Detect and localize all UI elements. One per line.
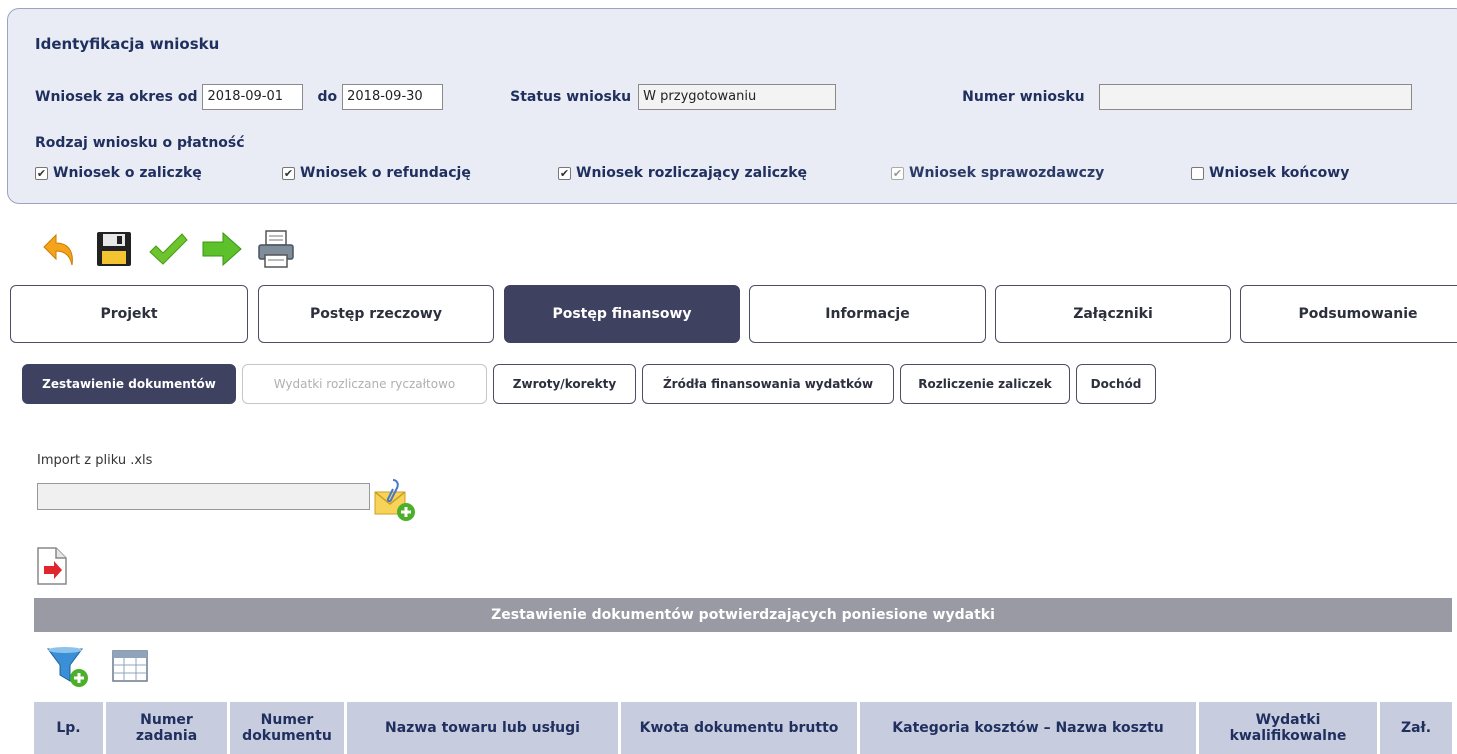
checkbox-sprawozdawczy: ✔ Wniosek sprawozdawczy <box>891 165 1104 181</box>
column-header-numer-dokumentu[interactable]: Numer dokumentu <box>230 702 344 754</box>
tab-postep-rzeczowy[interactable]: Postęp rzeczowy <box>258 285 494 343</box>
subtab-zestawienie-dokumentow[interactable]: Zestawienie dokumentów <box>22 364 236 404</box>
save-disk-icon[interactable] <box>91 226 137 272</box>
checkbox-checked-icon: ✔ <box>558 166 571 180</box>
period-from-label: Wniosek za okres od <box>35 89 198 105</box>
period-row: Wniosek za okres od 2018-09-01 do 2018-0… <box>35 83 1412 111</box>
column-header-kategoria-kosztow[interactable]: Kategoria kosztów – Nazwa kosztu <box>860 702 1196 754</box>
checkbox-refundacja[interactable]: ✔ Wniosek o refundację <box>282 165 471 181</box>
column-header-numer-zadania[interactable]: Numer zadania <box>106 702 227 754</box>
checkbox-unchecked-icon <box>1191 166 1204 180</box>
column-header-wydatki-kwalifikowalne[interactable]: Wydatki kwalifikowalne <box>1199 702 1377 754</box>
toolbar <box>37 226 307 272</box>
column-header-kwota-brutto[interactable]: Kwota dokumentu brutto <box>621 702 857 754</box>
table-columns-icon[interactable] <box>112 650 148 682</box>
type-label: Rodzaj wniosku o płatność <box>35 135 245 151</box>
column-header-lp[interactable]: Lp. <box>34 702 103 754</box>
tab-projekt[interactable]: Projekt <box>10 285 248 343</box>
table-column-headers: Lp. Numer zadania Numer dokumentu Nazwa … <box>34 702 1454 754</box>
subtab-rozliczenie-zaliczek[interactable]: Rozliczenie zaliczek <box>900 364 1070 404</box>
checkbox-checked-icon: ✔ <box>35 166 48 180</box>
checkbox-label: Wniosek sprawozdawczy <box>909 165 1105 181</box>
checkbox-label: Wniosek o refundację <box>300 165 471 181</box>
identification-title: Identyfikacja wniosku <box>35 35 220 53</box>
column-header-zal[interactable]: Zał. <box>1380 702 1452 754</box>
checkbox-checked-disabled-icon: ✔ <box>891 166 904 180</box>
checkbox-label: Wniosek o zaliczkę <box>53 165 202 181</box>
period-from-input[interactable]: 2018-09-01 <box>202 84 304 110</box>
checkbox-label: Wniosek końcowy <box>1209 165 1350 181</box>
checkbox-zaliczka[interactable]: ✔ Wniosek o zaliczkę <box>35 165 202 181</box>
column-header-nazwa-towaru[interactable]: Nazwa towaru lub usługi <box>347 702 618 754</box>
back-arrow-icon[interactable] <box>37 226 83 272</box>
tab-zalaczniki[interactable]: Załączniki <box>995 285 1231 343</box>
status-label: Status wniosku <box>510 89 632 105</box>
checkbox-rozliczajacy[interactable]: ✔ Wniosek rozliczający zaliczkę <box>558 165 807 181</box>
forward-arrow-icon[interactable] <box>199 226 245 272</box>
import-label: Import z pliku .xls <box>37 453 153 468</box>
number-field <box>1098 84 1412 110</box>
checkbox-checked-icon: ✔ <box>282 166 295 180</box>
status-field: W przygotowaniu <box>638 84 837 110</box>
subtab-wydatki-ryczaltowo: Wydatki rozliczane ryczałtowo <box>242 364 487 404</box>
check-icon[interactable] <box>145 226 191 272</box>
checkbox-koncowy[interactable]: Wniosek końcowy <box>1191 165 1349 181</box>
checkbox-label: Wniosek rozliczający zaliczkę <box>576 165 807 181</box>
number-label: Numer wniosku <box>962 89 1085 105</box>
table-title-bar: Zestawienie dokumentów potwierdzających … <box>34 598 1452 632</box>
subtab-dochod[interactable]: Dochód <box>1076 364 1156 404</box>
period-to-label: do <box>317 89 338 105</box>
export-document-icon[interactable] <box>34 546 70 586</box>
period-to-input[interactable]: 2018-09-30 <box>342 84 444 110</box>
add-filter-icon[interactable] <box>46 645 92 689</box>
import-file-input[interactable] <box>37 483 370 510</box>
tab-informacje[interactable]: Informacje <box>749 285 986 343</box>
import-envelope-add-icon[interactable] <box>373 478 417 522</box>
identification-panel: Identyfikacja wniosku Wniosek za okres o… <box>7 8 1457 204</box>
tab-podsumowanie[interactable]: Podsumowanie <box>1240 285 1457 343</box>
subtab-zwroty-korekty[interactable]: Zwroty/korekty <box>493 364 636 404</box>
subtab-zrodla-finansowania[interactable]: Źródła finansowania wydatków <box>642 364 894 404</box>
tab-postep-finansowy[interactable]: Postęp finansowy <box>504 285 740 343</box>
print-icon[interactable] <box>253 226 299 272</box>
